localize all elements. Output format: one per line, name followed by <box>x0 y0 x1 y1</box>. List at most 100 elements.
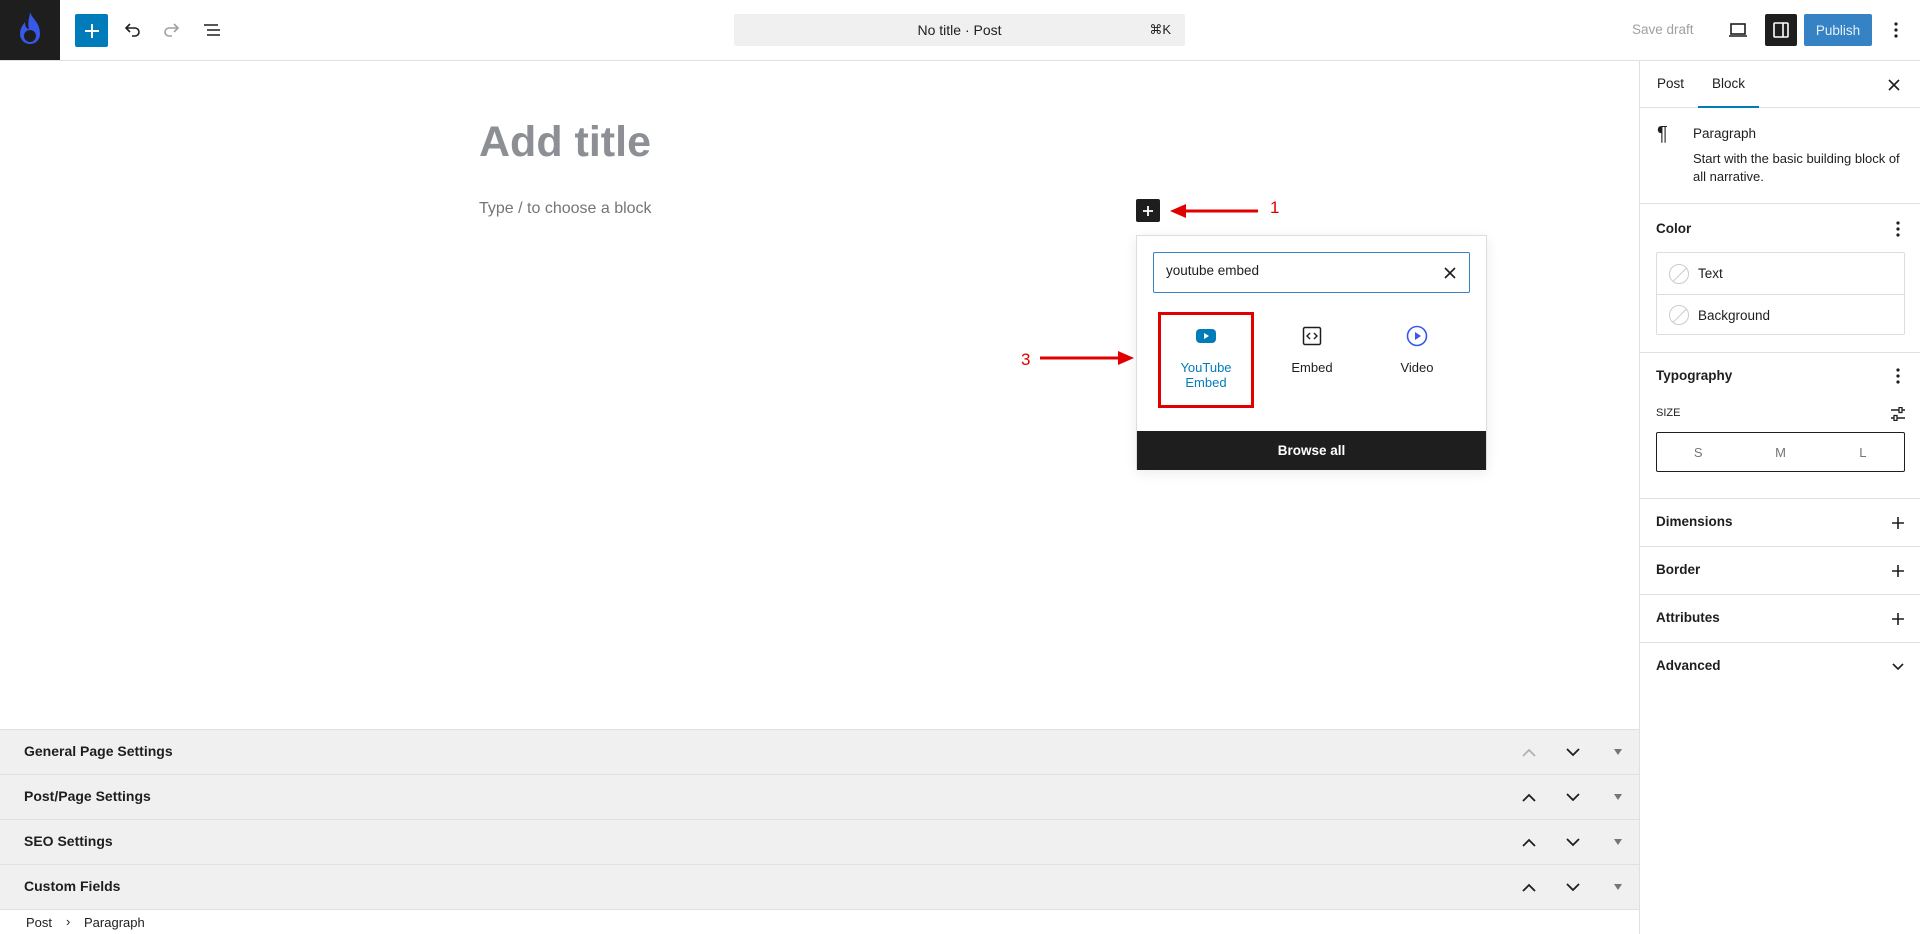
move-down-button[interactable] <box>1561 785 1585 809</box>
attributes-panel[interactable]: Attributes <box>1640 595 1920 643</box>
undo-icon <box>124 23 140 37</box>
document-overview-button[interactable] <box>196 14 228 46</box>
publish-button[interactable]: Publish <box>1804 14 1872 46</box>
toggle-panel-button[interactable] <box>1606 830 1630 854</box>
color-option-label: Background <box>1698 307 1771 323</box>
plus-icon <box>84 23 99 38</box>
breadcrumb-separator-icon: › <box>66 914 71 929</box>
move-up-button[interactable] <box>1517 785 1541 809</box>
block-breadcrumb: Post › Paragraph <box>0 909 1639 934</box>
caret-down-icon <box>1614 839 1622 845</box>
color-option-text[interactable]: Text <box>1657 253 1904 294</box>
desktop-icon <box>1729 23 1747 37</box>
advanced-panel[interactable]: Advanced <box>1640 643 1920 691</box>
settings-sidebar: Post Block ¶ Paragraph Start with the ba… <box>1639 61 1920 934</box>
command-shortcut: ⌘K <box>1149 22 1171 37</box>
font-size-s[interactable]: S <box>1657 433 1739 471</box>
chevron-down-icon <box>1566 882 1580 891</box>
typography-panel: Typography SIZE S M L <box>1640 353 1920 499</box>
chevron-down-icon <box>1886 655 1910 679</box>
add-block-button[interactable] <box>75 14 108 47</box>
document-title: No title · Post <box>917 22 1002 38</box>
site-logo[interactable] <box>0 0 60 60</box>
meta-boxes-area: General Page Settings Post/Page Settings… <box>0 729 1639 909</box>
metabox-title: General Page Settings <box>24 743 173 759</box>
font-size-m[interactable]: M <box>1739 433 1821 471</box>
block-result-video[interactable]: Video <box>1369 312 1465 408</box>
font-size-label: SIZE <box>1656 407 1681 419</box>
panel-title: Advanced <box>1656 658 1721 673</box>
list-view-icon <box>204 24 220 36</box>
close-sidebar-button[interactable] <box>1882 73 1906 97</box>
undo-button[interactable] <box>116 14 148 46</box>
toggle-panel-button[interactable] <box>1606 740 1630 764</box>
paragraph-icon: ¶ <box>1657 123 1668 145</box>
metabox-title: Custom Fields <box>24 878 121 894</box>
preview-button[interactable] <box>1722 14 1754 46</box>
move-down-button[interactable] <box>1561 740 1585 764</box>
toggle-panel-button[interactable] <box>1606 875 1630 899</box>
panel-title: Color <box>1656 221 1692 236</box>
tab-post[interactable]: Post <box>1657 61 1684 108</box>
save-draft-button[interactable]: Save draft <box>1632 14 1694 46</box>
breadcrumb-item-paragraph[interactable]: Paragraph <box>84 915 145 930</box>
font-size-l[interactable]: L <box>1822 433 1904 471</box>
metabox-title: SEO Settings <box>24 833 113 849</box>
typography-options-button[interactable] <box>1886 364 1910 388</box>
move-up-button[interactable] <box>1517 875 1541 899</box>
tab-block[interactable]: Block <box>1698 61 1760 108</box>
block-search-box[interactable] <box>1153 252 1470 293</box>
color-option-label: Text <box>1698 266 1723 281</box>
block-search-input[interactable] <box>1166 263 1426 278</box>
color-options-button[interactable] <box>1886 217 1910 241</box>
block-result-youtube-embed[interactable]: YouTube Embed <box>1158 312 1254 408</box>
chevron-down-icon <box>1566 747 1580 756</box>
metabox-general-page-settings[interactable]: General Page Settings <box>0 729 1639 774</box>
more-vertical-icon <box>1894 22 1898 38</box>
move-down-button[interactable] <box>1561 830 1585 854</box>
metabox-custom-fields[interactable]: Custom Fields <box>0 864 1639 909</box>
chevron-down-icon <box>1566 792 1580 801</box>
post-title-placeholder[interactable]: Add title <box>479 118 651 167</box>
color-panel: Color Text Background <box>1640 204 1920 353</box>
chevron-down-icon <box>1566 837 1580 846</box>
caret-down-icon <box>1614 749 1622 755</box>
browse-all-button[interactable]: Browse all <box>1137 431 1486 470</box>
dimensions-panel[interactable]: Dimensions <box>1640 499 1920 547</box>
move-up-button[interactable] <box>1517 830 1541 854</box>
move-down-button[interactable] <box>1561 875 1585 899</box>
metabox-seo-settings[interactable]: SEO Settings <box>0 819 1639 864</box>
options-button[interactable] <box>1882 14 1910 46</box>
metabox-title: Post/Page Settings <box>24 788 151 804</box>
youtube-icon <box>1194 324 1218 348</box>
caret-down-icon <box>1614 794 1622 800</box>
clear-search-button[interactable] <box>1441 264 1459 282</box>
move-up-button[interactable] <box>1517 740 1541 764</box>
panel-title: Typography <box>1656 368 1733 383</box>
command-palette-trigger[interactable]: No title · Post ⌘K <box>734 14 1185 46</box>
block-placeholder[interactable]: Type / to choose a block <box>479 200 652 218</box>
border-panel[interactable]: Border <box>1640 547 1920 595</box>
annotation-arrow-1 <box>1170 204 1258 218</box>
more-vertical-icon <box>1896 368 1900 384</box>
chevron-up-icon <box>1522 793 1536 802</box>
empty-color-swatch-icon <box>1669 263 1689 284</box>
custom-size-button[interactable] <box>1886 402 1910 426</box>
inline-inserter-button[interactable] <box>1136 199 1160 222</box>
annotation-number-3: 3 <box>1021 350 1031 369</box>
block-result-embed[interactable]: Embed <box>1264 312 1360 408</box>
empty-color-swatch-icon <box>1669 305 1689 325</box>
toggle-panel-button[interactable] <box>1606 785 1630 809</box>
metabox-post-page-settings[interactable]: Post/Page Settings <box>0 774 1639 819</box>
plus-icon <box>1886 607 1910 631</box>
settings-toggle-button[interactable] <box>1765 14 1797 46</box>
redo-icon <box>164 23 180 37</box>
close-icon <box>1444 267 1456 279</box>
font-size-picker: S M L <box>1656 432 1905 472</box>
block-description: Start with the basic building block of a… <box>1693 151 1900 184</box>
color-option-background[interactable]: Background <box>1657 294 1904 335</box>
chevron-up-icon <box>1522 838 1536 847</box>
video-icon <box>1405 324 1429 348</box>
breadcrumb-item-post[interactable]: Post <box>26 915 52 930</box>
redo-button[interactable] <box>156 14 188 46</box>
